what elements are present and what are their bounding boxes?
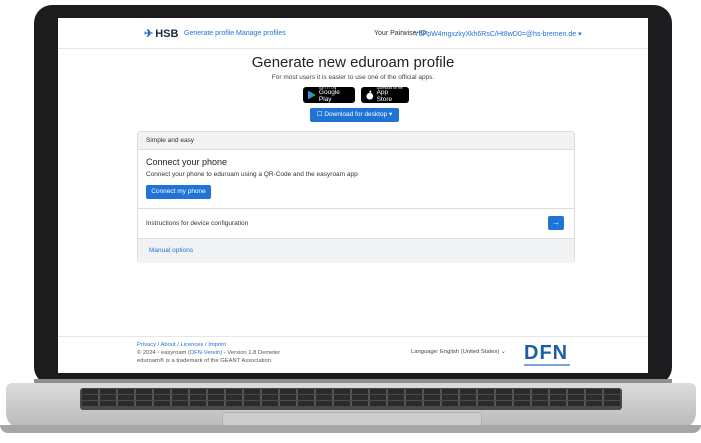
keyboard	[80, 388, 622, 410]
hsb-logo[interactable]: ✈ HSB	[144, 27, 178, 40]
manual-options-link[interactable]: Manual options	[149, 247, 193, 254]
dfn-logo-underline	[524, 364, 570, 366]
card-header: Simple and easy	[138, 132, 574, 150]
google-play-button[interactable]: GET IT ON Google Play	[303, 86, 355, 103]
connect-phone-heading: Connect your phone	[146, 157, 228, 167]
apple-icon	[366, 90, 374, 100]
download-for-desktop-button[interactable]: ☐ Download for desktop ▾	[310, 108, 399, 122]
screen: ✈ HSB Generate profile Manage profiles Yo…	[58, 18, 648, 373]
laptop-base-lip	[0, 425, 701, 433]
manual-options-row: Manual options	[138, 238, 574, 263]
arrow-right-icon[interactable]: →	[548, 216, 564, 230]
language-select[interactable]: Language: English (United States) ⌄	[411, 349, 506, 355]
app-store-button[interactable]: Download on the App Store	[361, 86, 409, 103]
page-subtitle: For most users it is easier to use one o…	[271, 74, 435, 81]
footer-links[interactable]: Privacy / About / Licences / Imprint	[137, 342, 226, 348]
footer: Privacy / About / Licences / Imprint © 2…	[58, 336, 648, 373]
footer-version: © 2024 - easyroam (DFN-Verein) - Version…	[137, 350, 281, 356]
connect-phone-description: Connect your phone to eduroam using a QR…	[146, 171, 358, 178]
pairwise-id-dropdown[interactable]: Y5PpW4mgxzkyXkh6RsC/Ht8wD0=@hs-bremen.de…	[414, 30, 582, 38]
dfn-logo: DFN	[524, 342, 569, 364]
google-play-icon	[308, 90, 316, 100]
page-title: Generate new eduroam profile	[251, 54, 455, 71]
nav-generate-profile[interactable]: Generate profile	[184, 30, 234, 37]
hsb-logo-icon: ✈	[144, 28, 154, 40]
top-navbar: ✈ HSB Generate profile Manage profiles Yo…	[58, 18, 648, 49]
instructions-label: Instructions for device configuration	[146, 220, 249, 227]
footer-trademark: eduroam® is a trademark of the GEANT Ass…	[137, 358, 273, 364]
connect-my-phone-button[interactable]: Connect my phone	[146, 185, 211, 199]
nav-manage-profiles[interactable]: Manage profiles	[236, 30, 286, 37]
dfn-verein-link[interactable]: DFN-Verein	[190, 350, 220, 356]
instructions-row[interactable]: Instructions for device configuration →	[138, 208, 574, 239]
simple-and-easy-card: Simple and easy Connect your phone Conne…	[137, 131, 575, 263]
